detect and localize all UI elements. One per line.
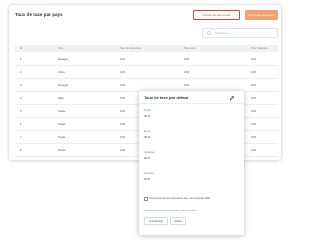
cell-id: 4	[20, 96, 22, 100]
import-tax-rates-button[interactable]: Importer des taux de taxe	[193, 10, 240, 20]
cell-country: Suède	[58, 122, 66, 126]
cell-catalogue-rate: 10%	[251, 148, 257, 152]
field-value-catalogue: 20 %	[144, 157, 151, 160]
cell-order-rate: 10%	[120, 122, 126, 126]
column-header-menu-rate[interactable]: Taux menu	[184, 47, 196, 50]
cell-order-rate: 10%	[120, 109, 126, 113]
page-title: Taux de taxe par pays	[15, 12, 63, 17]
cell-catalogue-rate: 10%	[251, 70, 257, 74]
field-label-catalogue: Catalogue	[144, 152, 155, 154]
cell-id: 5	[20, 109, 22, 113]
cell-menu-rate: 20%	[184, 57, 190, 61]
country-button-switzerland[interactable]: Suisse	[170, 217, 186, 225]
column-header-order-rate[interactable]: Taux de commande	[120, 47, 141, 50]
column-header-id[interactable]: ID	[20, 47, 22, 50]
cell-country: Espagne	[58, 57, 69, 61]
cell-id: 7	[20, 135, 22, 139]
cell-id: 6	[20, 122, 22, 126]
cell-country: Chine	[58, 70, 65, 74]
field-value-shipping: 20 %	[144, 136, 151, 139]
cell-menu-rate: 20%	[184, 70, 190, 74]
field-value-product: 20 %	[144, 115, 151, 118]
cell-id: 2	[20, 70, 22, 74]
search-placeholder: Rechercher	[215, 31, 228, 35]
cell-id: 8	[20, 148, 22, 152]
valid-company-checkbox-label: 0% de taxe pour les commandes avec une e…	[149, 197, 211, 200]
search-input[interactable]: Rechercher	[202, 28, 278, 38]
cell-country: Suède	[58, 109, 66, 113]
cell-order-rate: 10%	[120, 57, 126, 61]
cell-catalogue-rate: 10%	[251, 96, 257, 100]
valid-company-checkbox[interactable]	[144, 197, 148, 201]
default-tax-rate-panel: Taux de taxe par défaut Produit 20 % Env…	[139, 91, 244, 235]
field-value-auto-invoice: 20 %	[144, 178, 151, 181]
cell-id: 1	[20, 57, 22, 61]
cell-order-rate: 10%	[120, 148, 126, 152]
table-row[interactable]: 2 Chine 10% 20% 10%	[15, 66, 278, 79]
field-label-shipping: Envoi	[144, 131, 150, 133]
table-row[interactable]: 1 Espagne 10% 20% 10%	[15, 53, 278, 66]
table-header: ID Pays Taux de commande Taux menu Taux …	[15, 45, 278, 52]
cell-order-rate: 10%	[120, 70, 126, 74]
column-header-country[interactable]: Pays	[58, 47, 63, 50]
cell-catalogue-rate: 10%	[251, 109, 257, 113]
cell-order-rate: 10%	[120, 135, 126, 139]
edit-pencil-icon[interactable]	[229, 95, 235, 101]
cell-country: Suède	[58, 135, 66, 139]
cell-id: 3	[20, 83, 22, 87]
valid-company-checkbox-row[interactable]: 0% de taxe pour les commandes avec une e…	[144, 197, 210, 201]
cell-catalogue-rate: 10%	[251, 57, 257, 61]
search-icon	[207, 30, 212, 36]
cell-country: Portugal	[58, 83, 68, 87]
cell-order-rate: 10%	[120, 96, 126, 100]
cell-catalogue-rate: 10%	[251, 122, 257, 126]
cell-menu-rate: 20%	[184, 83, 190, 87]
panel-title: Taux de taxe par défaut	[144, 95, 189, 100]
cell-order-rate: 10%	[120, 83, 126, 87]
cell-catalogue-rate: 10%	[251, 83, 257, 87]
cell-catalogue-rate: 10%	[251, 135, 257, 139]
field-label-auto-invoice: Auto-Fact	[144, 173, 154, 175]
country-button-luxembourg[interactable]: Luxembourg	[144, 217, 168, 225]
address-note: 0% de taxe pour les commandes avec l'adr…	[144, 210, 198, 212]
add-tax-rates-button[interactable]: Ajouter des taux de taxe	[245, 10, 278, 20]
cell-country: Suède	[58, 148, 66, 152]
cell-country: Italie	[58, 96, 64, 100]
field-label-product: Produit	[144, 110, 152, 112]
column-header-catalogue-rate[interactable]: Taux Catalogue	[251, 47, 268, 50]
